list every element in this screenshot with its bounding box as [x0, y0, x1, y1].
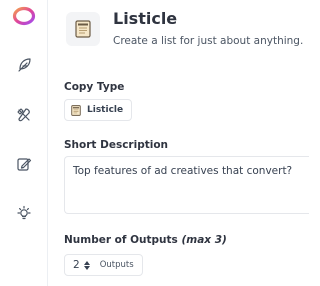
outputs-hint: (max 3) — [181, 234, 227, 246]
lightbulb-icon[interactable] — [0, 205, 48, 221]
copy-type-chip[interactable]: Listicle — [64, 99, 133, 121]
outputs-stepper[interactable]: 2 Outputs — [64, 254, 143, 276]
outputs-value[interactable]: 2 — [73, 259, 80, 271]
stepper-arrows[interactable] — [83, 260, 90, 270]
short-description-label: Short Description — [64, 139, 169, 151]
listicle-icon — [66, 12, 100, 46]
edit-icon[interactable] — [0, 156, 48, 172]
page-title: Listicle — [113, 9, 178, 28]
copy-type-value: Listicle — [87, 105, 124, 115]
feather-icon[interactable] — [0, 57, 48, 73]
outputs-unit: Outputs — [99, 260, 134, 270]
page-subtitle: Create a list for just about anything. — [113, 35, 304, 47]
decrement-icon[interactable] — [83, 265, 90, 270]
tools-icon[interactable] — [0, 107, 48, 123]
increment-icon[interactable] — [83, 260, 90, 265]
listicle-chip-icon — [71, 104, 81, 116]
short-description-field[interactable]: Top features of ad creatives that conver… — [64, 156, 309, 214]
number-of-outputs-label: Number of Outputs (max 3) — [64, 234, 227, 246]
logo-ring-icon[interactable] — [0, 6, 48, 26]
main-panel: Listicle Create a list for just about an… — [49, 0, 309, 286]
outputs-label-text: Number of Outputs — [64, 234, 178, 246]
sidebar — [0, 0, 48, 286]
copy-type-label: Copy Type — [64, 81, 125, 93]
